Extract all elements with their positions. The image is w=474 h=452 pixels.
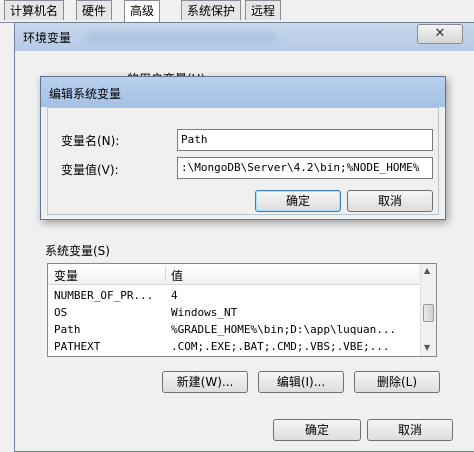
edit-dialog: 编辑系统变量 变量名(N): Path 变量值(V): :\MongoDB\Se… bbox=[40, 76, 446, 220]
variable-value-input[interactable]: :\MongoDB\Server\4.2\bin;%NODE_HOME% bbox=[177, 157, 433, 179]
variable-value-label: 变量值(V): bbox=[61, 163, 119, 177]
row-name: PATHEXT bbox=[54, 340, 101, 353]
row-value: %GRADLE_HOME%\bin;D:\app\luquan... bbox=[171, 323, 397, 336]
edit-ok-button[interactable]: 确定 bbox=[255, 190, 341, 212]
variable-name-input[interactable]: Path bbox=[177, 129, 433, 151]
edit-cancel-button[interactable]: 取消 bbox=[347, 190, 433, 212]
variable-name-label: 变量名(N): bbox=[61, 134, 120, 148]
scroll-thumb[interactable] bbox=[423, 304, 434, 322]
env-cancel-button[interactable]: 取消 bbox=[367, 419, 453, 441]
blurred-title-text bbox=[87, 32, 277, 42]
new-variable-button[interactable]: 新建(W)... bbox=[162, 371, 248, 393]
row-value: Windows_NT bbox=[171, 306, 238, 319]
env-title: 环境变量 bbox=[23, 31, 72, 45]
edit-dialog-titlebar: 编辑系统变量 bbox=[41, 77, 445, 107]
column-header-value[interactable]: 值 bbox=[171, 267, 183, 284]
table-row[interactable]: Path %GRADLE_HOME%\bin;D:\app\luquan... bbox=[48, 322, 422, 338]
table-row[interactable]: NUMBER_OF_PR... 4 bbox=[48, 288, 422, 304]
table-row[interactable]: OS Windows_NT bbox=[48, 305, 422, 321]
row-name: NUMBER_OF_PR... bbox=[54, 289, 154, 302]
edit-dialog-title: 编辑系统变量 bbox=[49, 87, 122, 101]
row-value: .COM;.EXE;.BAT;.CMD;.VBS;.VBE;... bbox=[171, 340, 390, 353]
list-header: 变量 值 bbox=[48, 264, 422, 285]
tab-remote[interactable]: 远程 bbox=[245, 0, 282, 20]
column-divider bbox=[165, 266, 166, 282]
close-icon: ✕ bbox=[434, 26, 446, 41]
env-close-button[interactable]: ✕ bbox=[417, 24, 463, 44]
tab-system-protection[interactable]: 系统保护 bbox=[181, 0, 242, 20]
env-titlebar: 环境变量 ✕ bbox=[15, 23, 474, 51]
table-row[interactable]: PATHEXT .COM;.EXE;.BAT;.CMD;.VBS;.VBE;..… bbox=[48, 339, 422, 355]
scroll-up-icon[interactable]: ▲ bbox=[424, 266, 430, 275]
tab-computer-name[interactable]: 计算机名 bbox=[4, 0, 65, 20]
row-value: 4 bbox=[171, 289, 178, 302]
tab-advanced[interactable]: 高级 bbox=[124, 0, 161, 22]
system-vars-list[interactable]: 变量 值 NUMBER_OF_PR... 4 OS Windows_NT Pat… bbox=[47, 263, 437, 357]
edit-variable-button[interactable]: 编辑(I)... bbox=[258, 371, 344, 393]
scroll-down-icon[interactable]: ▼ bbox=[424, 343, 430, 352]
tab-hardware[interactable]: 硬件 bbox=[76, 0, 113, 20]
env-ok-button[interactable]: 确定 bbox=[273, 419, 361, 441]
delete-variable-button[interactable]: 删除(L) bbox=[354, 371, 440, 393]
system-vars-label: 系统变量(S) bbox=[45, 244, 110, 258]
list-scrollbar[interactable]: ▲ ▼ bbox=[420, 264, 436, 356]
row-name: Path bbox=[54, 323, 81, 336]
column-header-variable[interactable]: 变量 bbox=[54, 267, 78, 284]
row-name: OS bbox=[54, 306, 68, 319]
